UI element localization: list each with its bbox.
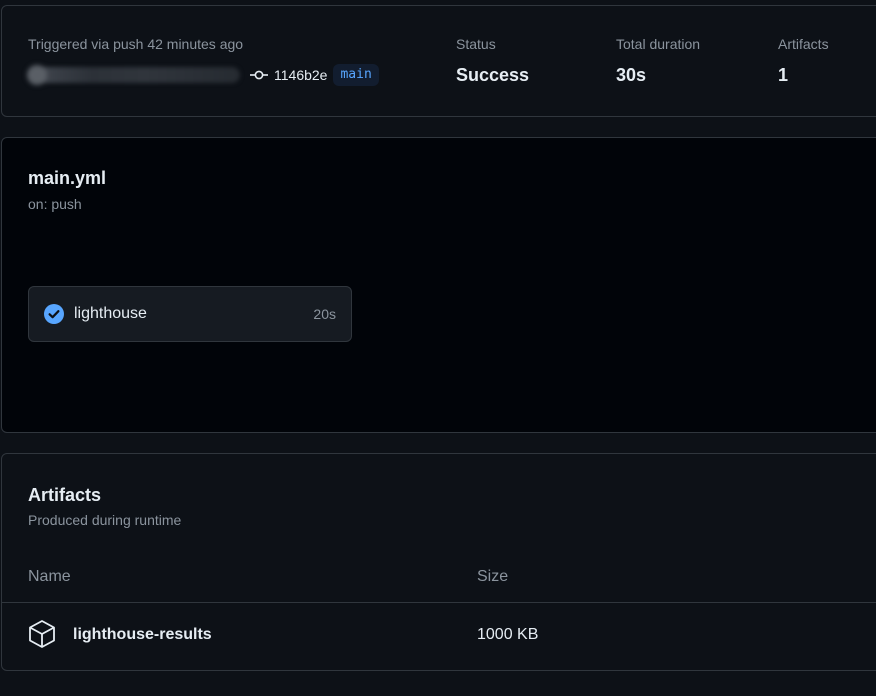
duration-info: Total duration 30s xyxy=(616,34,700,86)
artifacts-title: Artifacts xyxy=(28,485,102,505)
job-duration: 20s xyxy=(313,306,336,322)
workflow-trigger: on: push xyxy=(28,196,82,212)
workflow-file-name: main.yml xyxy=(28,168,107,188)
duration-label: Total duration xyxy=(616,36,701,52)
column-header-name: Name xyxy=(28,568,71,585)
package-icon xyxy=(29,620,55,648)
artifacts-count[interactable]: 1 xyxy=(778,64,829,86)
trigger-info: Triggered via push 42 minutes ago 1146b2… xyxy=(28,34,379,86)
branch-badge[interactable]: main xyxy=(333,64,379,86)
trigger-text: Triggered via push 42 minutes ago xyxy=(28,36,244,52)
run-summary-panel: Triggered via push 42 minutes ago 1146b2… xyxy=(1,5,876,117)
table-row: lighthouse-results 1000 KB xyxy=(2,603,876,669)
artifact-size: 1000 KB xyxy=(477,626,539,643)
column-header-size: Size xyxy=(477,568,509,585)
duration-value[interactable]: 30s xyxy=(616,64,700,86)
commit-icon xyxy=(250,70,268,80)
check-circle-icon xyxy=(44,304,64,324)
artifacts-info: Artifacts 1 xyxy=(778,34,829,86)
actor-avatar-blurred[interactable] xyxy=(28,67,240,83)
status-info: Status Success xyxy=(456,34,529,86)
artifacts-panel: Artifacts Produced during runtime Name S… xyxy=(1,453,876,671)
status-label: Status xyxy=(456,36,496,52)
workflow-graph-panel: main.yml on: push lighthouse 20s xyxy=(1,137,876,433)
artifacts-label: Artifacts xyxy=(778,36,829,52)
job-card-lighthouse[interactable]: lighthouse 20s xyxy=(28,286,352,342)
artifact-download-link[interactable]: lighthouse-results xyxy=(73,626,212,644)
artifacts-subtitle: Produced during runtime xyxy=(28,512,182,528)
artifacts-table-header: Name Size xyxy=(2,564,876,603)
job-name: lighthouse xyxy=(74,305,147,322)
status-value: Success xyxy=(456,65,530,85)
commit-sha-link[interactable]: 1146b2e xyxy=(274,67,327,83)
